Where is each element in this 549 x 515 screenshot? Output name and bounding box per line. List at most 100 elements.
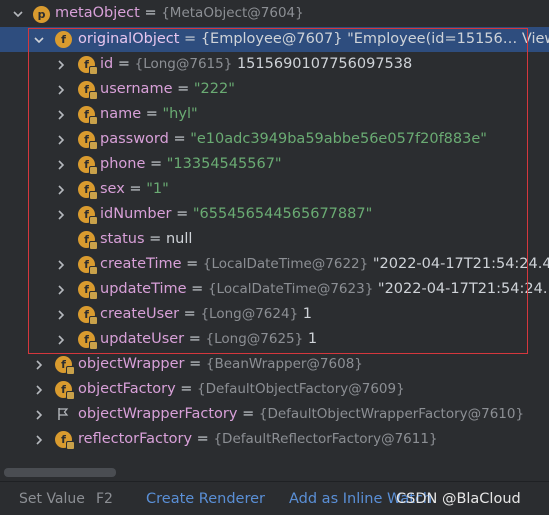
var-name: reflectorFactory [78, 431, 193, 447]
tree-row-sex[interactable]: f sex = "1" [0, 177, 549, 202]
chevron-right-icon[interactable] [33, 384, 45, 396]
chevron-right-icon[interactable] [55, 284, 67, 296]
tree-row-password[interactable]: f password = "e10adc3949ba59abbe56e057f2… [0, 127, 549, 152]
chevron-right-icon[interactable] [33, 359, 45, 371]
chevron-right-icon[interactable] [55, 184, 67, 196]
row-text: updateUser = {Long@7625} 1 [100, 331, 318, 347]
var-extra: "2022-04-17T21:54:24. [377, 281, 548, 297]
flag-icon [56, 407, 70, 421]
var-value: {Long@7624} [200, 306, 299, 322]
var-value: "hyl" [162, 106, 198, 122]
var-name: password [100, 131, 169, 147]
row-text: objectWrapper = {BeanWrapper@7608} [78, 356, 363, 372]
var-value: {DefaultObjectFactory@7609} [197, 381, 405, 397]
set-value-action[interactable]: Set Value [19, 491, 85, 507]
tree-row-name[interactable]: f name = "hyl" [0, 102, 549, 127]
chevron-right-icon[interactable] [55, 209, 67, 221]
var-value: {MetaObject@7604} [161, 5, 304, 21]
chevron-right-icon[interactable] [55, 109, 67, 121]
chevron-right-icon[interactable] [33, 409, 45, 421]
tree-row-username[interactable]: f username = "222" [0, 77, 549, 102]
tree-row-reflectorFactory[interactable]: f reflectorFactory = {DefaultReflectorFa… [0, 427, 549, 452]
var-value: {DefaultReflectorFactory@7611} [213, 431, 438, 447]
chevron-right-icon[interactable] [55, 159, 67, 171]
field-icon: f [55, 431, 75, 450]
chevron-down-icon[interactable] [12, 8, 24, 20]
row-text: objectWrapperFactory = {DefaultObjectWra… [78, 406, 525, 422]
tree-row-idNumber[interactable]: f idNumber = "655456544565677887" [0, 202, 549, 227]
var-extra: 1 [307, 331, 318, 347]
tree-row-id[interactable]: f id = {Long@7615} 1515690107756097538 [0, 52, 549, 77]
var-value: {Long@7615} [134, 56, 233, 72]
chevron-right-icon[interactable] [55, 134, 67, 146]
var-name: sex [100, 181, 125, 197]
field-icon: f [55, 381, 75, 400]
var-name: metaObject [55, 5, 140, 21]
var-value: {Employee@7607} [200, 31, 343, 47]
row-text: objectFactory = {DefaultObjectFactory@76… [78, 381, 405, 397]
chevron-right-icon[interactable] [33, 434, 45, 446]
tree-row-objectWrapperFactory[interactable]: objectWrapperFactory = {DefaultObjectWra… [0, 402, 549, 427]
chevron-right-icon[interactable] [55, 84, 67, 96]
row-text: createUser = {Long@7624} 1 [100, 306, 313, 322]
field-icon: f [78, 256, 98, 275]
var-value: {LocalDateTime@7623} [207, 281, 374, 297]
footer-bar: Set Value F2 Create Renderer Add as Inli… [0, 481, 549, 515]
create-renderer-link[interactable]: Create Renderer [146, 491, 265, 507]
row-text: originalObject = {Employee@7607} "Employ… [78, 31, 549, 47]
var-value: "222" [193, 81, 235, 97]
chevron-right-icon[interactable] [55, 309, 67, 321]
row-text: phone = "13354545567" [100, 156, 282, 172]
var-name: objectWrapper [78, 356, 185, 372]
tree-row-updateTime[interactable]: f updateTime = {LocalDateTime@7623} "202… [0, 277, 549, 302]
watermark: CSDN @BlaCloud [396, 490, 521, 507]
tree-row-metaObject[interactable]: p metaObject = {MetaObject@7604} [0, 2, 549, 27]
chevron-right-icon[interactable] [55, 259, 67, 271]
var-name: createTime [100, 256, 182, 272]
field-icon: f [78, 181, 98, 200]
field-icon: f [78, 131, 98, 150]
row-text: idNumber = "655456544565677887" [100, 206, 373, 222]
field-icon: f [78, 231, 98, 250]
var-name: objectFactory [78, 381, 176, 397]
var-name: name [100, 106, 142, 122]
field-icon: f [78, 106, 98, 125]
var-name: idNumber [100, 206, 172, 222]
var-value: {Long@7625} [205, 331, 304, 347]
row-text: metaObject = {MetaObject@7604} [55, 5, 304, 21]
horizontal-scrollbar[interactable] [4, 468, 116, 477]
tree-row-status[interactable]: f status = null [0, 227, 549, 252]
var-name: status [100, 231, 145, 247]
tree-row-phone[interactable]: f phone = "13354545567" [0, 152, 549, 177]
tree-row-originalObject[interactable]: f originalObject = {Employee@7607} "Empl… [0, 27, 549, 52]
var-value: {DefaultObjectWrapperFactory@7610} [258, 406, 525, 422]
row-text: name = "hyl" [100, 106, 198, 122]
var-value: null [165, 231, 193, 247]
field-icon: f [78, 81, 98, 100]
var-value: {LocalDateTime@7622} [202, 256, 369, 272]
chevron-right-icon[interactable] [55, 334, 67, 346]
var-extra: 1 [302, 306, 313, 322]
tree-row-createUser[interactable]: f createUser = {Long@7624} 1 [0, 302, 549, 327]
tree-row-objectWrapper[interactable]: f objectWrapper = {BeanWrapper@7608} [0, 352, 549, 377]
var-name: username [100, 81, 173, 97]
var-name: phone [100, 156, 146, 172]
var-name: updateTime [100, 281, 187, 297]
row-text: id = {Long@7615} 1515690107756097538 [100, 56, 413, 72]
var-extra: "Employee(id=15156… View [347, 31, 549, 47]
var-name: id [100, 56, 114, 72]
tree-row-objectFactory[interactable]: f objectFactory = {DefaultObjectFactory@… [0, 377, 549, 402]
var-value: "1" [146, 181, 169, 197]
tree-row-updateUser[interactable]: f updateUser = {Long@7625} 1 [0, 327, 549, 352]
chevron-down-icon[interactable] [33, 34, 45, 46]
tree-row-createTime[interactable]: f createTime = {LocalDateTime@7622} "202… [0, 252, 549, 277]
var-value: "e10adc3949ba59abbe56e057f20f883e" [190, 131, 487, 147]
row-text: createTime = {LocalDateTime@7622} "2022-… [100, 256, 549, 272]
var-value: "655456544565677887" [192, 206, 373, 222]
row-text: password = "e10adc3949ba59abbe56e057f20f… [100, 131, 487, 147]
field-icon: f [78, 306, 98, 325]
chevron-right-icon[interactable] [55, 59, 67, 71]
field-icon: f [78, 56, 98, 75]
field-icon: f [78, 206, 98, 225]
field-icon: f [78, 331, 98, 350]
